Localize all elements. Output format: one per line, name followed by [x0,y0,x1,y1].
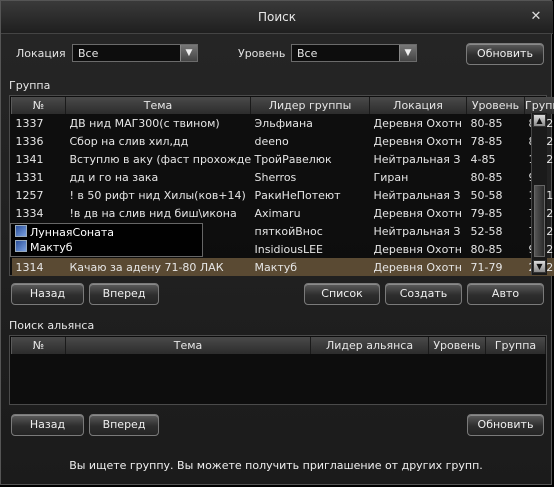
row-location: Нейтральная З [373,152,461,166]
level-select[interactable]: Все ▼ [291,44,417,62]
row-location: Деревня Охотн [373,116,462,130]
row-level: 50-58 [470,188,503,202]
row-level: 80-85 [470,242,503,256]
popup-item[interactable]: ЛуннаяСоната [15,225,114,240]
row-leader: ТройРавелюк [254,152,332,166]
row-topic: !в дв на слив нид биш\икона [69,206,237,220]
column-header[interactable]: Уровень [428,337,486,354]
group-scrollbar[interactable]: ▲ ▼ [531,113,547,275]
chevron-down-icon[interactable]: ▼ [399,45,416,61]
row-level: 79-85 [470,206,503,220]
location-select[interactable]: Все ▼ [72,44,198,62]
row-location: Гиран [373,170,409,184]
scroll-up-icon[interactable]: ▲ [533,114,546,127]
alliance-section-title: Поиск альянса [9,319,95,332]
member-icon [15,225,27,237]
row-leader: Эльфиана [254,116,313,130]
row-number: 1334 [15,206,44,220]
row-location: Деревня Охотн [373,242,462,256]
column-header[interactable]: Лидер группы [250,97,370,114]
row-level: 52-58 [470,224,503,238]
create-button[interactable]: Создать [385,283,462,305]
row-location: Нейтральная З [373,224,461,238]
alliance-table: № Тема Лидер альянса Уровень Группа [11,337,546,354]
scroll-thumb[interactable] [534,185,545,257]
forward-button[interactable]: Вперед [89,283,159,305]
refresh-button[interactable]: Обновить [466,43,544,65]
column-header[interactable]: Уровень [466,97,525,114]
popup-item-label: ЛуннаяСоната [30,226,115,239]
row-leader: пяткойВнос [254,224,323,238]
level-value: Все [297,47,318,60]
row-number: 1314 [11,258,66,276]
group-table-header: № Тема Лидер группы Локация Уровень Груп… [11,97,554,114]
row-level: 80-85 [470,116,503,130]
auto-button[interactable]: Авто [467,283,544,305]
row-leader: Sherros [254,170,297,184]
table-row[interactable]: 1331 дд и го на зака Sherros Гиран 80-85… [12,168,554,186]
row-location: Деревня Охотн [373,134,462,148]
scroll-down-icon[interactable]: ▼ [533,260,546,273]
member-popup: ЛуннаяСоната Мактуб [10,223,203,257]
table-row[interactable]: 1341 Вступлю в аку (фаст прохождени Трой… [12,150,554,168]
title-bar[interactable]: Поиск ✕ [1,1,553,34]
alliance-list-panel: № Тема Лидер альянса Уровень Группа [9,335,547,405]
row-topic: ДВ нид МАГ300(с твином) [69,116,220,130]
group-section-title: Группа [9,79,51,92]
back-button[interactable]: Назад [11,283,84,305]
row-leader: РакиНеПотеют [254,188,341,202]
row-leader: Мактуб [250,258,370,276]
row-topic: Качаю за адену 71-80 ЛАК [65,258,251,276]
row-location: Деревня Охотн [369,258,467,276]
location-value: Все [78,47,99,60]
row-level: 78-85 [470,134,503,148]
row-number: 1341 [15,152,44,166]
row-number: 1257 [15,188,44,202]
list-button[interactable]: Список [304,283,380,305]
column-header[interactable]: № [11,337,66,354]
close-icon[interactable]: ✕ [529,10,543,24]
row-level: 80-85 [470,170,503,184]
row-number: 1331 [15,170,44,184]
row-leader: Aximaru [254,206,301,220]
popup-item[interactable]: Мактуб [15,240,73,255]
table-row[interactable]: 1334 !в дв на слив нид биш\икона Aximaru… [12,204,554,222]
row-topic: ! в 50 рифт нид Хилы(ков+14) [69,188,246,202]
column-header[interactable]: Лидер альянса [310,337,429,354]
row-level: 71-79 [466,258,525,276]
row-level: 4-85 [470,152,496,166]
alliance-forward-button[interactable]: Вперед [89,414,159,436]
location-label: Локация [16,47,66,60]
column-header[interactable]: Тема [65,97,251,114]
table-row[interactable]: 1336 Сбор на слив хил,дд deeno Деревня О… [12,132,554,150]
column-header[interactable]: Локация [369,97,467,114]
window-title: Поиск [257,10,296,24]
row-leader: deeno [254,134,289,148]
chevron-down-icon[interactable]: ▼ [180,45,197,61]
row-number: 1336 [15,134,44,148]
member-icon [15,240,27,252]
table-row[interactable]: 1257 ! в 50 рифт нид Хилы(ков+14) РакиНе… [12,186,554,204]
level-label: Уровень [238,47,286,60]
row-location: Деревня Охотн [373,206,462,220]
table-row[interactable]: 1337 ДВ нид МАГ300(с твином) Эльфиана Де… [12,114,554,132]
row-location: Нейтральная З [373,188,461,202]
alliance-refresh-button[interactable]: Обновить [467,414,544,436]
search-window: Поиск ✕ Локация Все ▼ Уровень Все ▼ Обно… [0,0,554,485]
status-message: Вы ищете группу. Вы можете получить приг… [69,459,483,472]
row-topic: Вступлю в аку (фаст прохождени [69,152,251,166]
alliance-table-header: № Тема Лидер альянса Уровень Группа [11,337,546,354]
column-header[interactable]: № [11,97,66,114]
column-header[interactable]: Тема [65,337,311,354]
column-header[interactable]: Группа [485,337,546,354]
row-number: 1337 [15,116,44,130]
alliance-back-button[interactable]: Назад [11,414,84,436]
row-leader: InsidiousLEE [254,242,324,256]
popup-item-label: Мактуб [30,241,73,254]
row-topic: Сбор на слив хил,дд [69,134,189,148]
table-row-selected[interactable]: 1314 Качаю за адену 71-80 ЛАК Мактуб Дер… [11,258,554,276]
column-header[interactable]: Группа [524,97,554,114]
row-topic: дд и го на зака [69,170,159,184]
